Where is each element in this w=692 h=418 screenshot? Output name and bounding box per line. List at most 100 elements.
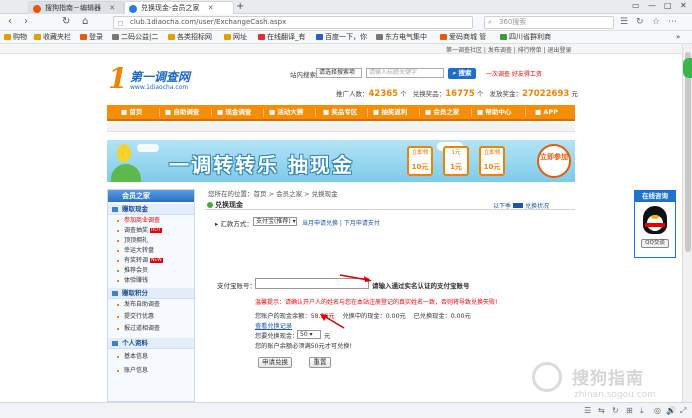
close-icon[interactable]: ✕ <box>208 4 214 12</box>
sidebar-item-basic-info[interactable]: 基本信息 <box>108 352 194 362</box>
status-menu-icon[interactable]: ☰ <box>584 406 591 415</box>
status-sync-icon[interactable]: ⇆ <box>598 406 605 415</box>
forward-icon[interactable]: › <box>24 16 28 27</box>
qq-chat-button[interactable]: QQ交谈 <box>641 239 669 248</box>
title-icon <box>207 202 213 208</box>
folder-icon <box>168 34 175 40</box>
hot-links[interactable]: 一次调查 好友得工资 <box>486 69 542 78</box>
back-icon[interactable]: ‹ <box>8 16 12 27</box>
sidebar-item-experience[interactable]: 体验赚钱 <box>108 276 194 286</box>
balance-row: 您账户的现金余额：58.36元 兑换中的现金：0.00元 已兑换现金：0.00元 <box>255 313 471 320</box>
join-now-button[interactable]: 立即参加 <box>537 144 571 178</box>
bookmark-item[interactable]: 百度一下，你 <box>316 31 367 44</box>
baidu-icon <box>316 34 323 40</box>
title-right-links[interactable]: 以下季 兑换状况 <box>493 201 549 210</box>
bookmark-item[interactable]: 四川省群利商 <box>500 31 551 44</box>
sidebar-item-refer[interactable]: 推荐会员 <box>108 266 194 276</box>
maximize-icon[interactable]: □ <box>664 1 672 10</box>
bookmark-item[interactable]: 网址 <box>224 31 247 44</box>
status-grid-icon[interactable]: ⊞ <box>626 406 633 415</box>
browser-search-input[interactable]: ⌕ 360搜索 <box>484 16 614 29</box>
bookmark-item[interactable]: 收藏夹栏 <box>34 31 71 44</box>
nav-prizes[interactable]: ■ 奖品专区 <box>323 105 357 119</box>
search-placeholder: 360搜索 <box>499 18 527 26</box>
nav-lottery[interactable]: ■ 抽奖返利 <box>373 105 407 119</box>
tab-label: 搜狗指南－编辑器 <box>45 4 101 12</box>
nav-member-home[interactable]: ■ 会员之家 <box>425 105 459 119</box>
home-icon[interactable]: ⌂ <box>82 16 88 27</box>
bookmark-item[interactable]: 爱码商城 管 <box>440 31 486 44</box>
submit-exchange-button[interactable]: 申请兑换 <box>258 357 292 368</box>
new-tab-button[interactable]: + <box>236 1 244 12</box>
sidebar-item-publish-survey[interactable]: 发布自助调查 <box>108 300 194 310</box>
refresh-tool-icon[interactable]: ↻ <box>636 17 644 27</box>
logo-url: www.1diaocha.com <box>130 84 189 91</box>
sidebar-item-wheel[interactable]: 幸运大转盘 <box>108 246 194 256</box>
amount-select[interactable]: 50 ▾ <box>297 330 321 339</box>
sidebar-item-account-info[interactable]: 账户信息 <box>108 366 194 376</box>
minimize-icon[interactable]: — <box>648 1 656 10</box>
bookmark-item[interactable]: 购物 <box>4 31 27 44</box>
sidebar-section-earn-cash[interactable]: 赚取现金 <box>108 204 194 215</box>
bookmark-item[interactable]: 二码公益|二 <box>112 31 158 44</box>
prize-card: 立即领 10元 <box>479 146 505 176</box>
sidebar-item-reward-survey[interactable]: 有奖转调 NEW <box>108 256 194 266</box>
site-search-input[interactable]: 请输入标题关键字 <box>366 68 444 78</box>
sidebar-item-submit[interactable]: 提交行优惠 <box>108 312 194 322</box>
url-input[interactable]: ◻ club.1diaocha.com/user/ExchangeCash.as… <box>113 16 473 29</box>
tab-exchange-cash[interactable]: 兑换现金-会员之家 ✕ <box>124 1 234 14</box>
banner-title: 一调转转乐 抽现金 <box>169 153 354 177</box>
bookmark-item[interactable]: 东方电气集中 <box>376 31 427 44</box>
bookmark-item[interactable]: 登录 <box>80 31 103 44</box>
shop-icon <box>440 34 447 40</box>
sidebar-section-profile[interactable]: 个人资料 <box>108 338 194 349</box>
nav-app[interactable]: ■ APP <box>535 105 558 119</box>
nav-self-survey[interactable]: ■ 自助调查 <box>165 105 199 119</box>
method-label: ▸ 汇款方式： <box>215 220 253 228</box>
payment-method-select[interactable]: 支付宝(推荐) ▾ <box>253 217 297 226</box>
nav-help[interactable]: ■ 帮助中心 <box>477 105 511 119</box>
consult-title: 在线咨询 <box>635 191 675 202</box>
favorites-icon[interactable]: ☆ <box>652 17 660 27</box>
method-links[interactable]: 当月申请兑换 | 下月申请支付 <box>302 218 380 227</box>
side-assistant-icon[interactable] <box>683 58 692 78</box>
nav-cash-survey[interactable]: ■ 现金调查 <box>217 105 251 119</box>
bookmark-item[interactable]: 各类招标网 <box>168 31 212 44</box>
sidebar-item-gift[interactable]: 顶顶拥礼 <box>108 236 194 246</box>
site-logo[interactable]: 1 第一调查网 www.1diaocha.com <box>108 62 198 96</box>
status-download-icon[interactable]: ⤓ <box>640 406 644 416</box>
site-search-label: 站内搜索 <box>290 71 316 79</box>
bookmarks-bar: 购物 收藏夹栏 登录 二码公益|二 各类招标网 网址 在线翻译_有 百度一下，你… <box>0 31 692 44</box>
logo-name: 第一调查网 <box>130 70 191 84</box>
page-icon <box>112 34 119 40</box>
menu-icon[interactable]: ☰ <box>620 17 628 27</box>
tab-sogou-editor[interactable]: 搜狗指南－编辑器 ✕ <box>28 1 124 14</box>
status-target-icon[interactable]: ◎ <box>654 406 661 415</box>
reload-icon[interactable]: ↻ <box>62 16 70 27</box>
site-search-select[interactable]: 请选择搜索项 <box>316 68 362 78</box>
site-tab-icon <box>129 5 137 13</box>
status-zoom-icon[interactable]: ⤢ <box>680 406 686 416</box>
status-refresh-icon[interactable]: ↻ <box>612 406 619 415</box>
window-close-icon[interactable]: ✕ <box>680 1 687 10</box>
nav-activity[interactable]: ■ 活动大赛 <box>269 105 303 119</box>
bookmark-item[interactable]: 在线翻译_有 <box>258 31 306 44</box>
sidebar-section-earn-points[interactable]: 赚取积分 <box>108 288 194 299</box>
sidebar-item-report[interactable]: 报过道相调查 <box>108 324 194 334</box>
history-link[interactable]: 查看兑换记录 <box>255 323 292 330</box>
page-scrollbar[interactable] <box>682 44 692 402</box>
close-icon[interactable]: ✕ <box>109 4 115 12</box>
nav-home[interactable]: ■ 首页 <box>121 105 142 119</box>
content-title-bar: 兑换现金 以下季 兑换状况 <box>205 198 575 210</box>
promo-banner[interactable]: 一调转转乐 抽现金 立即领 10元 1元 1元 立即领 10元 立即参加 <box>107 140 575 182</box>
top-links[interactable]: 第一调查社区 | 发布调查 | 排行榜单 | 退出登录 <box>446 45 572 54</box>
status-volume-icon[interactable]: 🔊 <box>666 406 676 415</box>
restore-icon[interactable]: ▭ <box>632 1 640 10</box>
reset-button[interactable]: 重置 <box>309 357 331 368</box>
sidebar-item-survey-lottery[interactable]: 调查抽奖 HOT <box>108 226 194 236</box>
min-note: 您的账户余额必须满50元才可兑换! <box>255 343 352 350</box>
site-search-button[interactable]: ⌕ 搜索 <box>448 68 476 79</box>
bookmarks-more-icon[interactable]: » <box>676 31 680 44</box>
extensions-icon[interactable]: ⋯ <box>668 17 677 27</box>
sidebar-item-business-survey[interactable]: 参加商业调查 <box>108 216 194 226</box>
